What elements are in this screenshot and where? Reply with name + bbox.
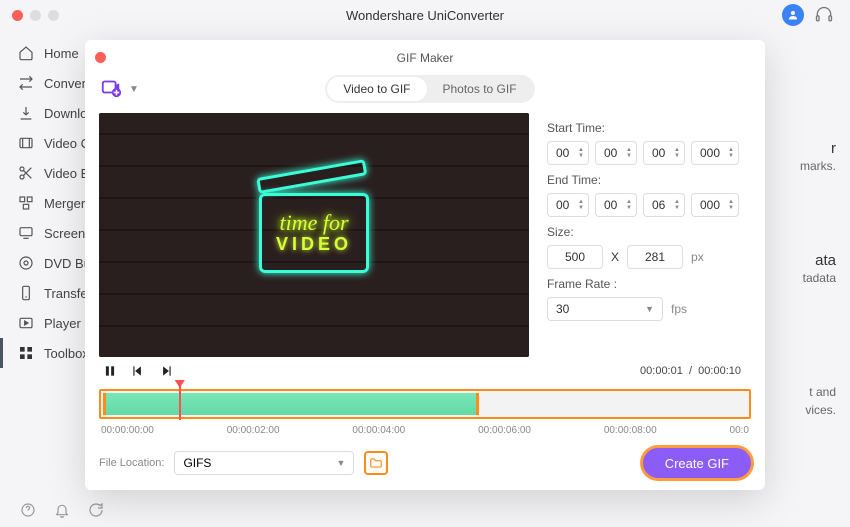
end-minutes-input[interactable]: 00▲▼ [595, 193, 637, 217]
video-preview[interactable]: time for VIDEO [99, 113, 529, 357]
size-unit-label: px [691, 250, 704, 264]
download-icon [18, 105, 34, 121]
stepper-arrows-icon[interactable]: ▲▼ [728, 147, 734, 159]
timeline-track[interactable] [99, 389, 751, 419]
chevron-down-icon: ▼ [645, 304, 654, 314]
file-location-label: File Location: [99, 457, 164, 469]
height-input[interactable]: 281 [627, 245, 683, 269]
frame-forward-button[interactable] [159, 364, 173, 378]
stepper-arrows-icon[interactable]: ▲▼ [674, 147, 680, 159]
preview-text-line1: time for [279, 212, 348, 234]
app-title: Wondershare UniConverter [0, 8, 850, 23]
chevron-down-icon: ▼ [337, 458, 346, 468]
close-dot[interactable] [12, 10, 23, 21]
size-x-label: X [611, 250, 619, 264]
tab-photos-to-gif[interactable]: Photos to GIF [427, 77, 533, 101]
open-folder-button[interactable] [364, 451, 388, 475]
scissors-icon [18, 165, 34, 181]
tick-label: 00:00:06:00 [478, 425, 531, 436]
start-seconds-input[interactable]: 00▲▼ [643, 141, 685, 165]
stepper-arrows-icon[interactable]: ▲▼ [674, 199, 680, 211]
bottom-bar [0, 493, 124, 527]
user-icon [787, 9, 799, 21]
disc-icon [18, 255, 34, 271]
sidebar-item-label: Home [44, 46, 79, 61]
modal-title: GIF Maker [85, 51, 765, 65]
preview-text-line2: VIDEO [276, 234, 352, 255]
min-dot[interactable] [30, 10, 41, 21]
framerate-unit-label: fps [671, 302, 687, 316]
gif-settings-panel: Start Time: 00▲▼ 00▲▼ 00▲▼ 000▲▼ End Tim… [547, 113, 751, 357]
screen-icon [18, 225, 34, 241]
stepper-arrows-icon[interactable]: ▲▼ [728, 199, 734, 211]
playhead[interactable] [179, 382, 181, 420]
sidebar-item-label: Video C [44, 136, 90, 151]
clapperboard-icon: time for VIDEO [259, 193, 369, 273]
pause-button[interactable] [103, 364, 117, 378]
timeline-ticks: 00:00:00:00 00:00:02:00 00:00:04:00 00:0… [99, 425, 751, 436]
max-dot[interactable] [48, 10, 59, 21]
stepper-arrows-icon[interactable]: ▲▼ [626, 199, 632, 211]
end-hours-input[interactable]: 00▲▼ [547, 193, 589, 217]
framerate-label: Frame Rate : [547, 277, 751, 291]
playback-time: 00:00:01 / 00:00:10 [640, 365, 751, 377]
sidebar-item-label: Toolbox [44, 346, 89, 361]
help-icon[interactable] [20, 502, 36, 518]
end-seconds-input[interactable]: 06▲▼ [643, 193, 685, 217]
sidebar-item-label: DVD Bu [44, 256, 91, 271]
stepper-arrows-icon[interactable]: ▲▼ [578, 199, 584, 211]
transfer-icon [18, 285, 34, 301]
add-media-button[interactable] [99, 75, 123, 99]
compress-icon [18, 135, 34, 151]
start-hours-input[interactable]: 00▲▼ [547, 141, 589, 165]
selection-range[interactable] [103, 393, 479, 415]
create-gif-button[interactable]: Create GIF [643, 448, 751, 478]
tick-label: 00:00:02:00 [227, 425, 280, 436]
start-ms-input[interactable]: 000▲▼ [691, 141, 739, 165]
size-label: Size: [547, 225, 751, 239]
bell-icon[interactable] [54, 502, 70, 518]
sidebar-item-label: Screen [44, 226, 85, 241]
tick-label: 00:00:00:00 [101, 425, 154, 436]
gif-maker-modal: GIF Maker ▼ Video to GIF Photos to GIF [85, 40, 765, 490]
merger-icon [18, 195, 34, 211]
chevron-down-icon[interactable]: ▼ [129, 84, 139, 95]
start-minutes-input[interactable]: 00▲▼ [595, 141, 637, 165]
headset-icon[interactable] [814, 5, 834, 25]
home-icon [18, 45, 34, 61]
end-ms-input[interactable]: 000▲▼ [691, 193, 739, 217]
feedback-icon[interactable] [88, 502, 104, 518]
stepper-arrows-icon[interactable]: ▲▼ [578, 147, 584, 159]
stepper-arrows-icon[interactable]: ▲▼ [626, 147, 632, 159]
tick-label: 00:00:04:00 [352, 425, 405, 436]
tab-video-to-gif[interactable]: Video to GIF [327, 77, 426, 101]
sidebar-item-label: Player [44, 316, 81, 331]
sidebar-item-label: Merger [44, 196, 85, 211]
convert-icon [18, 75, 34, 91]
tick-label: 00:0 [730, 425, 749, 436]
player-icon [18, 315, 34, 331]
file-location-select[interactable]: GIFS ▼ [174, 451, 354, 475]
window-traffic-lights[interactable] [12, 10, 59, 21]
end-time-label: End Time: [547, 173, 751, 187]
tick-label: 00:00:08:00 [604, 425, 657, 436]
user-avatar[interactable] [782, 4, 804, 26]
sidebar-item-label: Video E [44, 166, 89, 181]
framerate-select[interactable]: 30 ▼ [547, 297, 663, 321]
grid-icon [18, 345, 34, 361]
sidebar-item-label: Convert [44, 76, 90, 91]
start-time-label: Start Time: [547, 121, 751, 135]
frame-back-button[interactable] [131, 364, 145, 378]
mode-tabs: Video to GIF Photos to GIF [325, 75, 534, 103]
width-input[interactable]: 500 [547, 245, 603, 269]
